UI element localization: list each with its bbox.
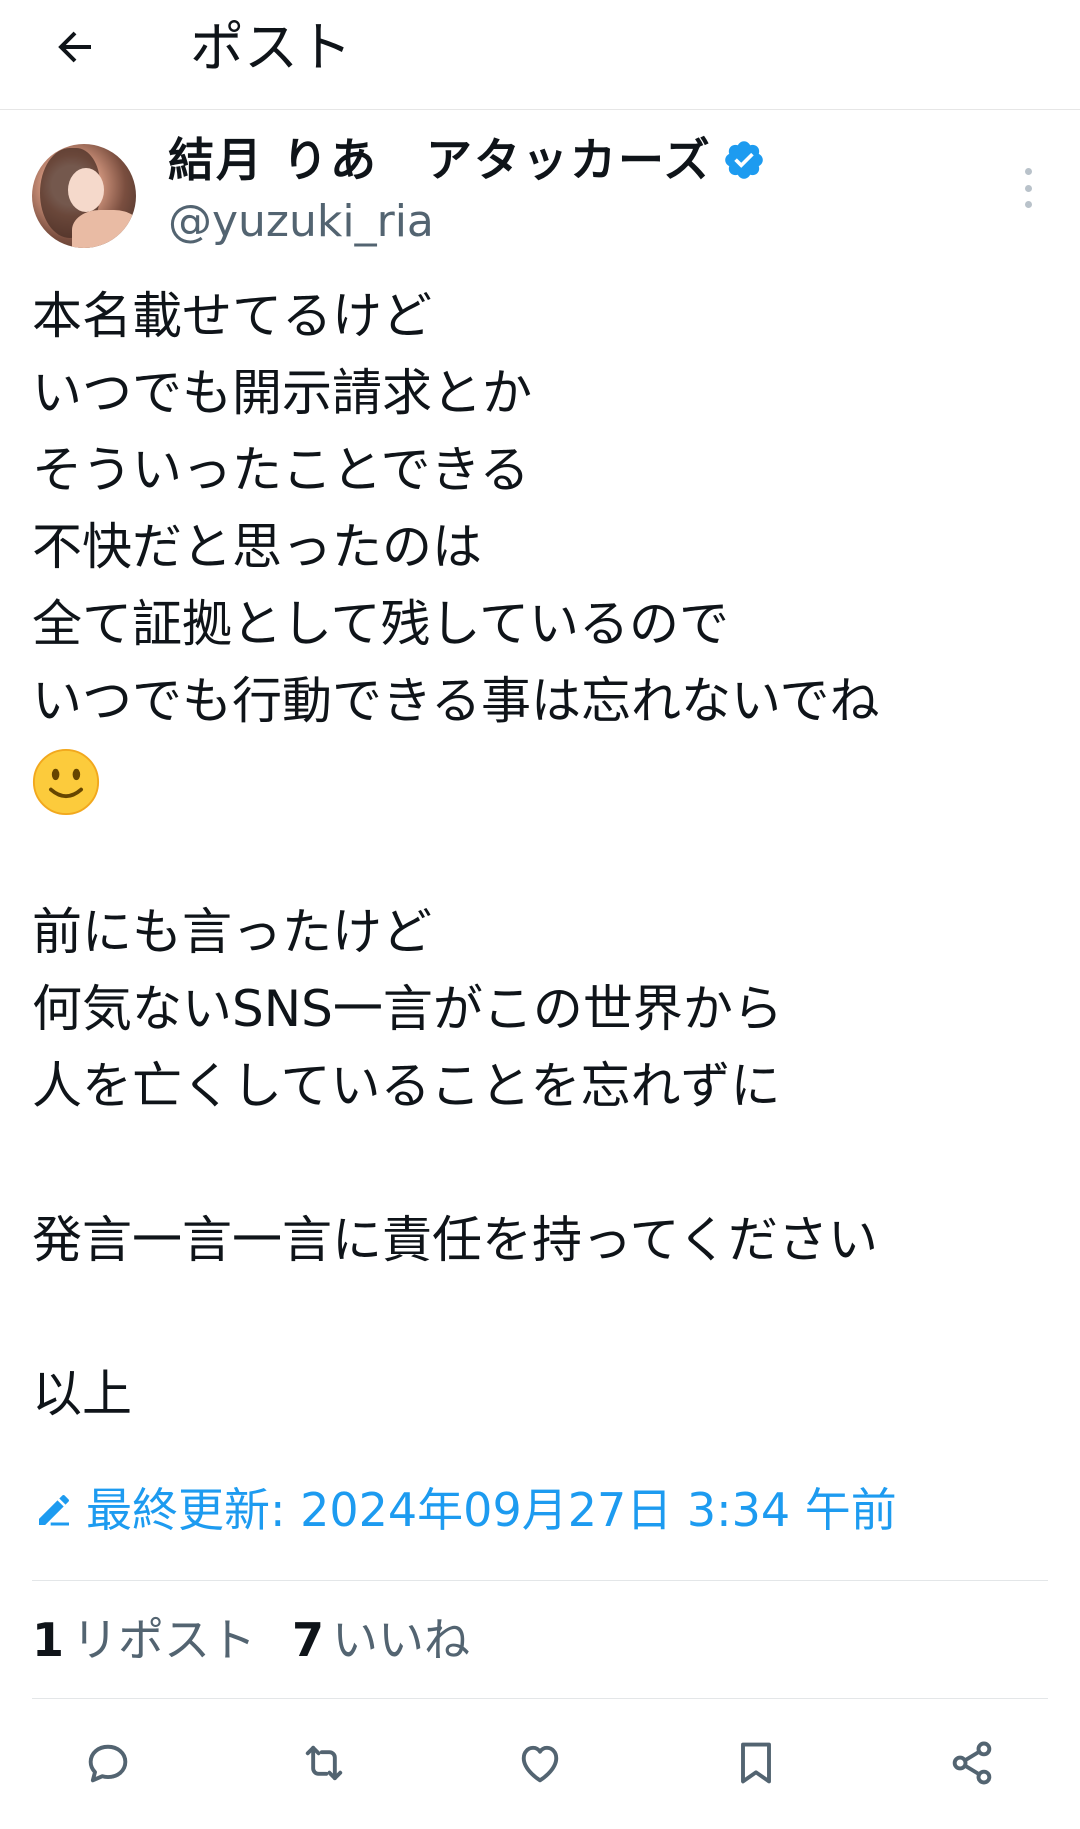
likes-stat[interactable]: 7 いいね [292,1608,470,1672]
tweet-text-part2: 前にも言ったけど 何気ないSNS一言がこの世界から 人を亡くしていることを忘れず… [32,903,878,1423]
repost-button[interactable] [288,1727,360,1799]
page-title: ポスト [190,16,352,79]
repost-icon [305,1745,343,1781]
reposts-stat[interactable]: 1 リポスト [32,1608,256,1672]
tweet-text: 本名載せてるけど いつでも開示請求とか そういったことできる 不快だと思ったのは… [32,278,1042,1433]
divider [32,1698,1048,1699]
share-button[interactable] [936,1727,1008,1799]
reply-button[interactable] [72,1727,144,1799]
reply-icon [88,1744,128,1783]
author-handle[interactable]: @yuzuki_ria [168,192,766,252]
action-bar [0,1715,1080,1815]
verified-badge-icon [724,141,763,179]
last-edited-link[interactable]: 最終更新: 2024年09月27日 3:34 午前 [34,1478,897,1542]
last-edited-text: 最終更新: 2024年09月27日 3:34 午前 [86,1483,897,1537]
like-button[interactable] [504,1727,576,1799]
tweet-text-part1: 本名載せてるけど いつでも開示請求とか そういったことできる 不快だと思ったのは… [32,287,880,730]
reposts-label: リポスト [72,1613,257,1667]
like-icon [521,1745,559,1783]
top-bar: ポスト [0,0,1080,110]
author-name-row[interactable]: 結月 りあ アタッカーズ [168,128,766,192]
slightly-smiling-face-icon [32,748,100,815]
divider [32,1580,1048,1581]
engagement-stats: 1 リポスト 7 いいね [32,1608,506,1672]
more-dots-icon [1024,168,1032,175]
likes-label: いいね [332,1613,471,1667]
share-icon [952,1741,992,1785]
bookmark-button[interactable] [720,1727,792,1799]
pencil-icon [39,1495,69,1526]
author-info: 結月 りあ アタッカーズ @yuzuki_ria [168,128,766,252]
more-options-button[interactable] [1008,160,1048,216]
back-button[interactable] [38,10,112,84]
avatar[interactable] [32,144,136,248]
reposts-count: 1 [32,1613,65,1667]
likes-count: 7 [292,1613,325,1667]
display-name: 結月 りあ アタッカーズ [168,133,712,187]
bookmark-icon [741,1742,771,1784]
arrow-left-icon [58,31,91,63]
